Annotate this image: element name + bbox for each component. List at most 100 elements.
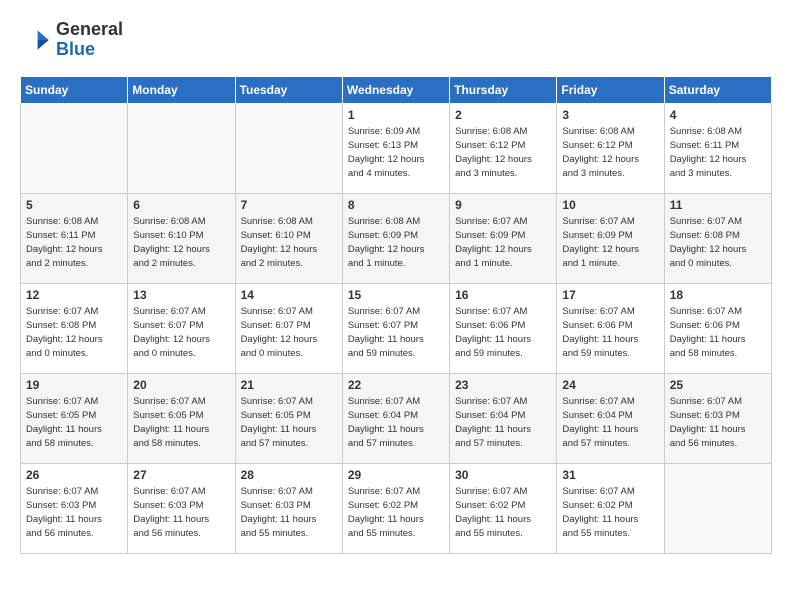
day-number: 2 <box>455 108 551 122</box>
calendar-week-3: 12 Sunrise: 6:07 AM Sunset: 6:08 PM Dayli… <box>21 283 772 373</box>
day-number: 22 <box>348 378 444 392</box>
day-info: Sunrise: 6:08 AM Sunset: 6:12 PM Dayligh… <box>562 125 658 182</box>
day-number: 26 <box>26 468 122 482</box>
day-number: 16 <box>455 288 551 302</box>
calendar-cell: 6 Sunrise: 6:08 AM Sunset: 6:10 PM Daylig… <box>128 193 235 283</box>
weekday-header-row: SundayMondayTuesdayWednesdayThursdayFrid… <box>21 76 772 103</box>
calendar-cell: 21 Sunrise: 6:07 AM Sunset: 6:05 PM Dayli… <box>235 373 342 463</box>
day-info: Sunrise: 6:07 AM Sunset: 6:04 PM Dayligh… <box>562 395 658 452</box>
calendar-cell: 12 Sunrise: 6:07 AM Sunset: 6:08 PM Dayli… <box>21 283 128 373</box>
calendar-cell: 1Sunrise: 6:09 AM Sunset: 6:13 PM Daylig… <box>342 103 449 193</box>
weekday-sunday: Sunday <box>21 76 128 103</box>
calendar-cell: 31 Sunrise: 6:07 AM Sunset: 6:02 PM Dayli… <box>557 463 664 553</box>
day-number: 19 <box>26 378 122 392</box>
day-number: 31 <box>562 468 658 482</box>
day-number: 28 <box>241 468 337 482</box>
calendar-cell: 22Sunrise: 6:07 AM Sunset: 6:04 PM Dayli… <box>342 373 449 463</box>
day-number: 25 <box>670 378 766 392</box>
calendar-cell: 27 Sunrise: 6:07 AM Sunset: 6:03 PM Dayli… <box>128 463 235 553</box>
day-info: Sunrise: 6:07 AM Sunset: 6:03 PM Dayligh… <box>133 485 229 542</box>
day-number: 13 <box>133 288 229 302</box>
weekday-monday: Monday <box>128 76 235 103</box>
logo-text: General Blue <box>56 20 123 60</box>
calendar-header: SundayMondayTuesdayWednesdayThursdayFrid… <box>21 76 772 103</box>
day-number: 20 <box>133 378 229 392</box>
calendar-cell: 28 Sunrise: 6:07 AM Sunset: 6:03 PM Dayli… <box>235 463 342 553</box>
day-number: 7 <box>241 198 337 212</box>
calendar-cell: 15 Sunrise: 6:07 AM Sunset: 6:07 PM Dayli… <box>342 283 449 373</box>
calendar-cell: 19 Sunrise: 6:07 AM Sunset: 6:05 PM Dayli… <box>21 373 128 463</box>
day-info: Sunrise: 6:07 AM Sunset: 6:02 PM Dayligh… <box>348 485 444 542</box>
day-info: Sunrise: 6:07 AM Sunset: 6:06 PM Dayligh… <box>455 305 551 362</box>
calendar-cell: 24Sunrise: 6:07 AM Sunset: 6:04 PM Dayli… <box>557 373 664 463</box>
calendar-cell <box>21 103 128 193</box>
calendar-cell: 14Sunrise: 6:07 AM Sunset: 6:07 PM Dayli… <box>235 283 342 373</box>
calendar-body: 1Sunrise: 6:09 AM Sunset: 6:13 PM Daylig… <box>21 103 772 553</box>
calendar-week-1: 1Sunrise: 6:09 AM Sunset: 6:13 PM Daylig… <box>21 103 772 193</box>
day-number: 21 <box>241 378 337 392</box>
calendar-cell: 8 Sunrise: 6:08 AM Sunset: 6:09 PM Daylig… <box>342 193 449 283</box>
day-info: Sunrise: 6:07 AM Sunset: 6:02 PM Dayligh… <box>562 485 658 542</box>
logo: General Blue <box>20 20 123 60</box>
calendar-cell: 23 Sunrise: 6:07 AM Sunset: 6:04 PM Dayli… <box>450 373 557 463</box>
weekday-tuesday: Tuesday <box>235 76 342 103</box>
day-number: 18 <box>670 288 766 302</box>
day-info: Sunrise: 6:07 AM Sunset: 6:07 PM Dayligh… <box>348 305 444 362</box>
logo-icon <box>20 24 52 56</box>
day-number: 4 <box>670 108 766 122</box>
day-info: Sunrise: 6:08 AM Sunset: 6:09 PM Dayligh… <box>348 215 444 272</box>
day-info: Sunrise: 6:07 AM Sunset: 6:05 PM Dayligh… <box>241 395 337 452</box>
calendar-cell: 20 Sunrise: 6:07 AM Sunset: 6:05 PM Dayli… <box>128 373 235 463</box>
day-info: Sunrise: 6:07 AM Sunset: 6:08 PM Dayligh… <box>26 305 122 362</box>
day-number: 27 <box>133 468 229 482</box>
day-number: 23 <box>455 378 551 392</box>
day-info: Sunrise: 6:09 AM Sunset: 6:13 PM Dayligh… <box>348 125 444 182</box>
calendar-cell: 4 Sunrise: 6:08 AM Sunset: 6:11 PM Daylig… <box>664 103 771 193</box>
calendar-cell: 29 Sunrise: 6:07 AM Sunset: 6:02 PM Dayli… <box>342 463 449 553</box>
day-info: Sunrise: 6:07 AM Sunset: 6:03 PM Dayligh… <box>241 485 337 542</box>
weekday-saturday: Saturday <box>664 76 771 103</box>
day-number: 3 <box>562 108 658 122</box>
day-number: 12 <box>26 288 122 302</box>
calendar-week-5: 26 Sunrise: 6:07 AM Sunset: 6:03 PM Dayli… <box>21 463 772 553</box>
day-number: 15 <box>348 288 444 302</box>
day-info: Sunrise: 6:08 AM Sunset: 6:12 PM Dayligh… <box>455 125 551 182</box>
day-info: Sunrise: 6:07 AM Sunset: 6:07 PM Dayligh… <box>241 305 337 362</box>
day-info: Sunrise: 6:07 AM Sunset: 6:05 PM Dayligh… <box>133 395 229 452</box>
day-info: Sunrise: 6:07 AM Sunset: 6:02 PM Dayligh… <box>455 485 551 542</box>
day-info: Sunrise: 6:07 AM Sunset: 6:04 PM Dayligh… <box>455 395 551 452</box>
calendar-cell <box>128 103 235 193</box>
calendar-cell: 10 Sunrise: 6:07 AM Sunset: 6:09 PM Dayli… <box>557 193 664 283</box>
calendar-cell: 3 Sunrise: 6:08 AM Sunset: 6:12 PM Daylig… <box>557 103 664 193</box>
day-info: Sunrise: 6:07 AM Sunset: 6:06 PM Dayligh… <box>562 305 658 362</box>
day-info: Sunrise: 6:07 AM Sunset: 6:07 PM Dayligh… <box>133 305 229 362</box>
day-number: 6 <box>133 198 229 212</box>
day-number: 10 <box>562 198 658 212</box>
day-info: Sunrise: 6:07 AM Sunset: 6:09 PM Dayligh… <box>562 215 658 272</box>
calendar-cell: 16 Sunrise: 6:07 AM Sunset: 6:06 PM Dayli… <box>450 283 557 373</box>
day-info: Sunrise: 6:07 AM Sunset: 6:05 PM Dayligh… <box>26 395 122 452</box>
calendar-cell: 17Sunrise: 6:07 AM Sunset: 6:06 PM Dayli… <box>557 283 664 373</box>
day-number: 8 <box>348 198 444 212</box>
calendar-cell <box>235 103 342 193</box>
calendar-cell: 9Sunrise: 6:07 AM Sunset: 6:09 PM Daylig… <box>450 193 557 283</box>
day-info: Sunrise: 6:08 AM Sunset: 6:10 PM Dayligh… <box>241 215 337 272</box>
day-number: 30 <box>455 468 551 482</box>
calendar-week-2: 5Sunrise: 6:08 AM Sunset: 6:11 PM Daylig… <box>21 193 772 283</box>
day-info: Sunrise: 6:08 AM Sunset: 6:11 PM Dayligh… <box>670 125 766 182</box>
page-header: General Blue <box>20 20 772 60</box>
day-info: Sunrise: 6:08 AM Sunset: 6:10 PM Dayligh… <box>133 215 229 272</box>
calendar-table: SundayMondayTuesdayWednesdayThursdayFrid… <box>20 76 772 554</box>
day-info: Sunrise: 6:07 AM Sunset: 6:03 PM Dayligh… <box>26 485 122 542</box>
day-number: 5 <box>26 198 122 212</box>
weekday-wednesday: Wednesday <box>342 76 449 103</box>
day-number: 29 <box>348 468 444 482</box>
calendar-week-4: 19 Sunrise: 6:07 AM Sunset: 6:05 PM Dayli… <box>21 373 772 463</box>
weekday-thursday: Thursday <box>450 76 557 103</box>
calendar-cell: 25 Sunrise: 6:07 AM Sunset: 6:03 PM Dayli… <box>664 373 771 463</box>
calendar-cell: 5Sunrise: 6:08 AM Sunset: 6:11 PM Daylig… <box>21 193 128 283</box>
weekday-friday: Friday <box>557 76 664 103</box>
day-info: Sunrise: 6:07 AM Sunset: 6:03 PM Dayligh… <box>670 395 766 452</box>
day-info: Sunrise: 6:07 AM Sunset: 6:08 PM Dayligh… <box>670 215 766 272</box>
calendar-cell: 2 Sunrise: 6:08 AM Sunset: 6:12 PM Daylig… <box>450 103 557 193</box>
